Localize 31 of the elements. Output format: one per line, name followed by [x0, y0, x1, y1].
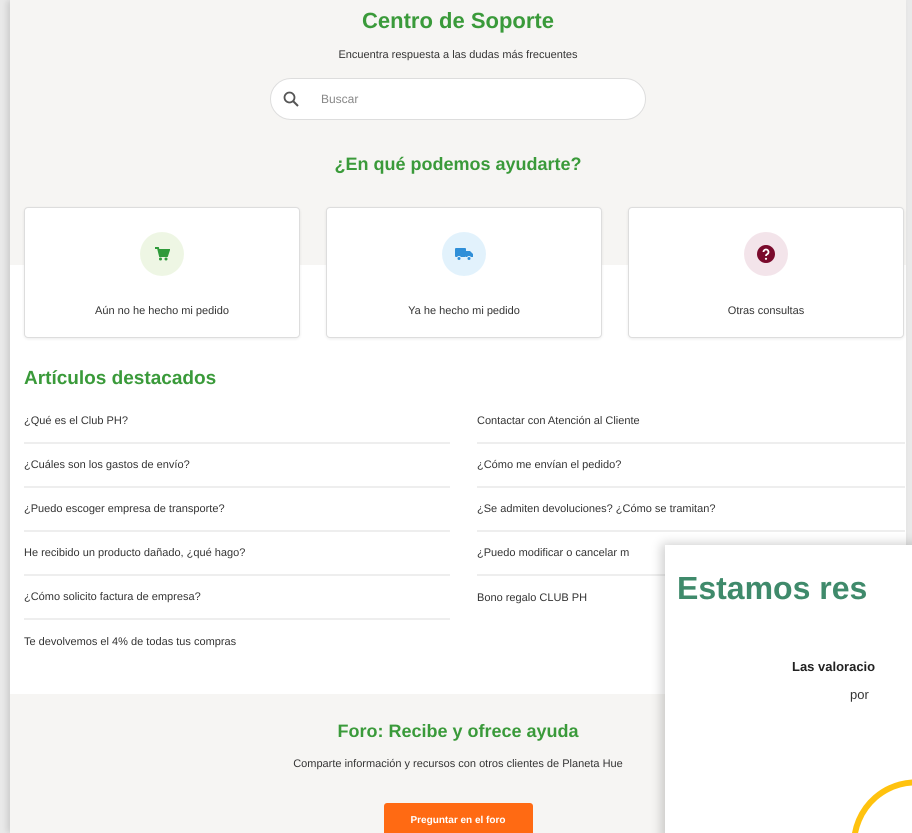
article-link[interactable]: ¿Cuáles son los gastos de envío?: [24, 459, 190, 471]
card-label: Otras consultas: [728, 305, 804, 317]
popup-title: Estamos res: [677, 570, 868, 607]
article-link[interactable]: ¿Cómo solicito factura de empresa?: [24, 591, 201, 603]
article-link[interactable]: He recibido un producto dañado, ¿qué hago?: [24, 547, 246, 559]
section-heading: Foro: Recibe y ofrece ayuda: [337, 720, 579, 742]
article-link[interactable]: Bono regalo CLUB PH: [477, 592, 588, 604]
search-field[interactable]: Buscar: [270, 78, 646, 120]
card-label: Ya he hecho mi pedido: [408, 305, 520, 317]
help-card[interactable]: Otras consultas: [628, 207, 904, 338]
truck-icon: [455, 247, 473, 261]
forum-description: Comparte información y recursos con otros clientes de Planeta Hue: [293, 758, 623, 770]
card-label: Aún no he hecho mi pedido: [95, 305, 229, 317]
section-heading: ¿En qué podemos ayudarte?: [334, 153, 582, 175]
article-link[interactable]: ¿Qué es el Club PH?: [24, 415, 128, 427]
section-heading: Artículos destacados: [24, 367, 218, 391]
article-link[interactable]: ¿Puedo escoger empresa de transporte?: [24, 503, 225, 515]
article-link[interactable]: ¿Cómo me envían el pedido?: [477, 459, 622, 471]
popup-text: Las valoracio: [792, 659, 876, 674]
article-link[interactable]: Contactar con Atención al Cliente: [477, 415, 640, 427]
article-link[interactable]: ¿Puedo modificar o cancelar m: [477, 547, 630, 559]
help-card[interactable]: Ya he hecho mi pedido: [326, 207, 602, 338]
question-icon: [757, 245, 775, 263]
help-card[interactable]: Aún no he hecho mi pedido: [24, 207, 300, 338]
cart-icon: [154, 246, 170, 262]
popup-text: por: [850, 687, 869, 702]
subtitle: Encuentra respuesta a las dudas más frecuentes: [338, 49, 578, 61]
search-icon: [283, 91, 299, 107]
article-link[interactable]: ¿Se admiten devoluciones? ¿Cómo se tramitan?: [477, 503, 716, 515]
page-title: Centro de Soporte: [362, 7, 554, 35]
article-link[interactable]: Te devolvemos el 4% de todas tus compras: [24, 636, 236, 648]
